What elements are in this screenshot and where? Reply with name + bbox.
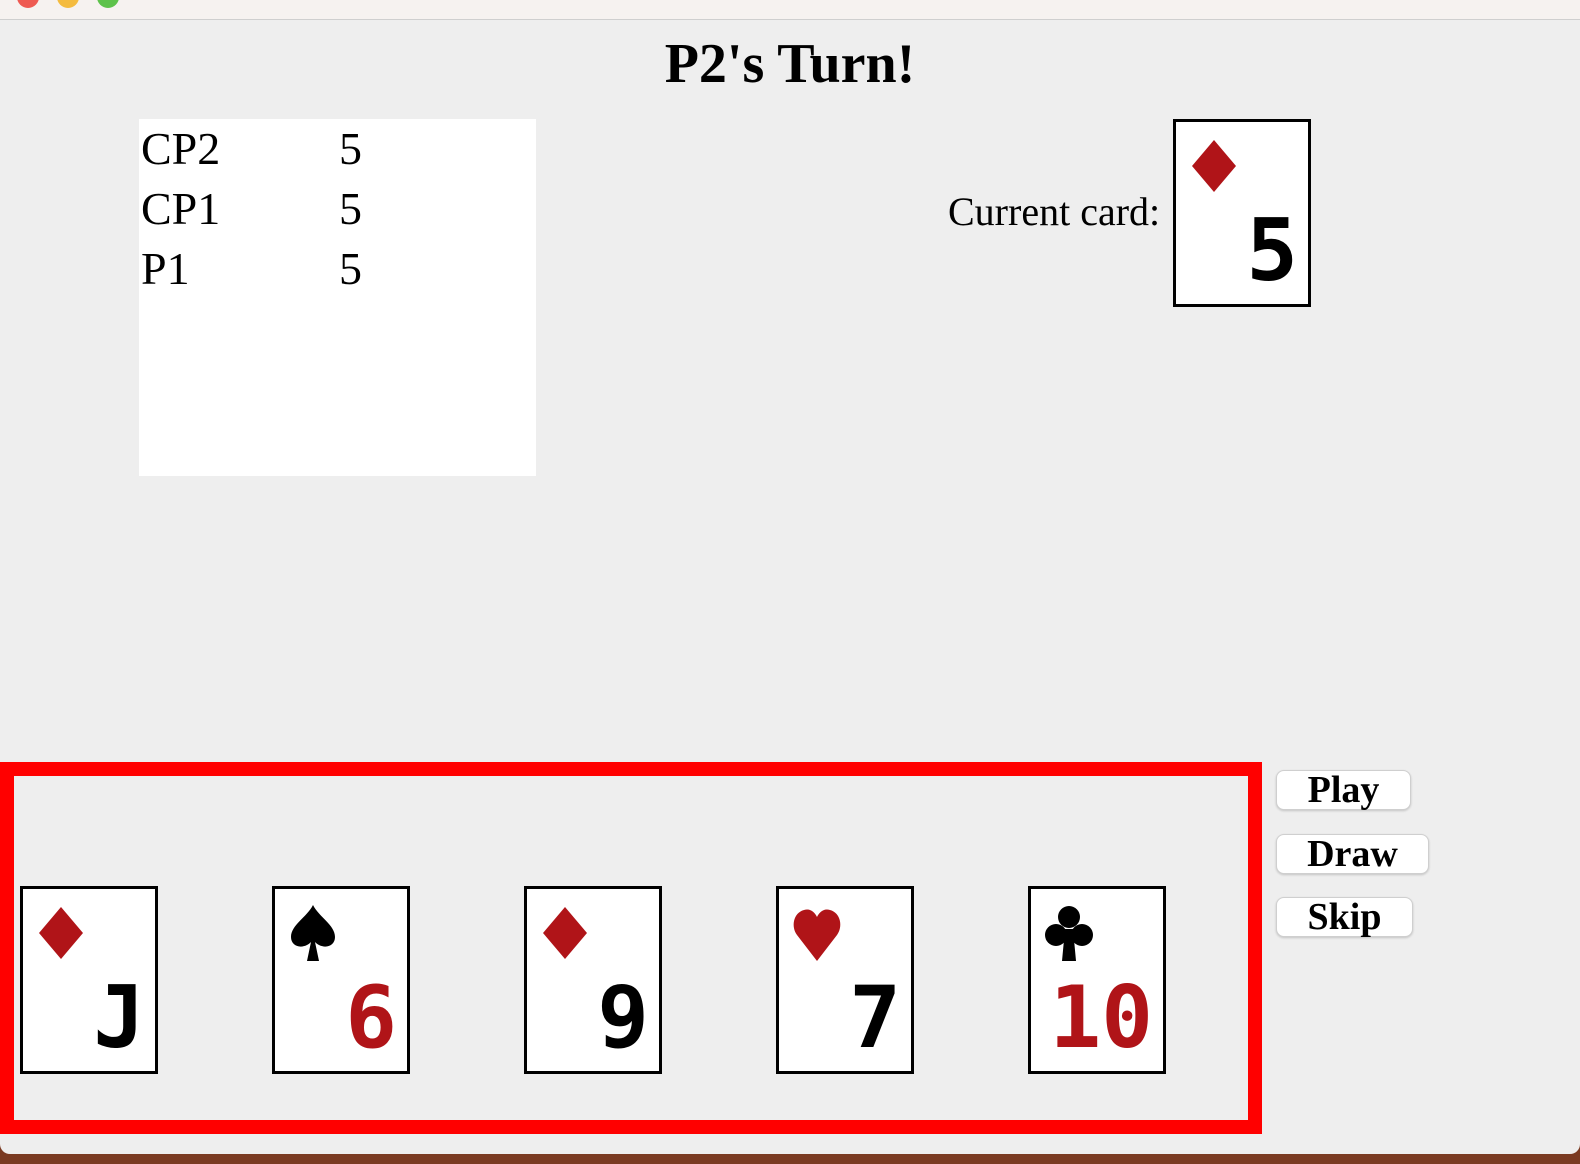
turn-title: P2's Turn! [664, 33, 916, 95]
skip-button[interactable]: Skip [1276, 897, 1413, 937]
play-button[interactable]: Play [1276, 770, 1411, 810]
current-card: 5 [1173, 119, 1311, 307]
club-suit-icon [1045, 906, 1093, 961]
diamond-suit-icon [39, 907, 83, 959]
card-rank: 9 [597, 968, 649, 1068]
draw-button[interactable]: Draw [1276, 834, 1429, 874]
player-name: CP1 [141, 183, 221, 234]
game-content: P2's Turn! CP2 5 CP1 5 P1 5 Current card… [0, 0, 1580, 1150]
current-card-label: Current card: [948, 189, 1161, 234]
player-card-count: 5 [339, 183, 362, 234]
heart-suit-icon [793, 909, 841, 961]
card-rank: 7 [849, 968, 901, 1068]
app-window: P2's Turn! CP2 5 CP1 5 P1 5 Current card… [0, 0, 1580, 1154]
hand-card[interactable]: 6 [272, 886, 410, 1074]
hand-card[interactable]: 10 [1028, 886, 1166, 1074]
scoreboard: CP2 5 CP1 5 P1 5 [139, 119, 536, 476]
hand-card[interactable]: 9 [524, 886, 662, 1074]
hand-card[interactable]: 7 [776, 886, 914, 1074]
scoreboard-row: CP1 5 [141, 181, 521, 241]
player-name: P1 [141, 243, 190, 294]
card-rank: 5 [1246, 201, 1298, 301]
card-rank: 10 [1049, 968, 1153, 1068]
hand-card[interactable]: J [20, 886, 158, 1074]
scoreboard-row: CP2 5 [141, 121, 521, 181]
card-rank: J [93, 968, 145, 1068]
player-name: CP2 [141, 123, 221, 174]
player-card-count: 5 [339, 243, 362, 294]
spade-suit-icon [291, 905, 335, 961]
diamond-suit-icon [1192, 140, 1236, 192]
card-rank: 6 [345, 968, 397, 1068]
scoreboard-row: P1 5 [141, 241, 521, 301]
player-card-count: 5 [339, 123, 362, 174]
diamond-suit-icon [543, 907, 587, 959]
